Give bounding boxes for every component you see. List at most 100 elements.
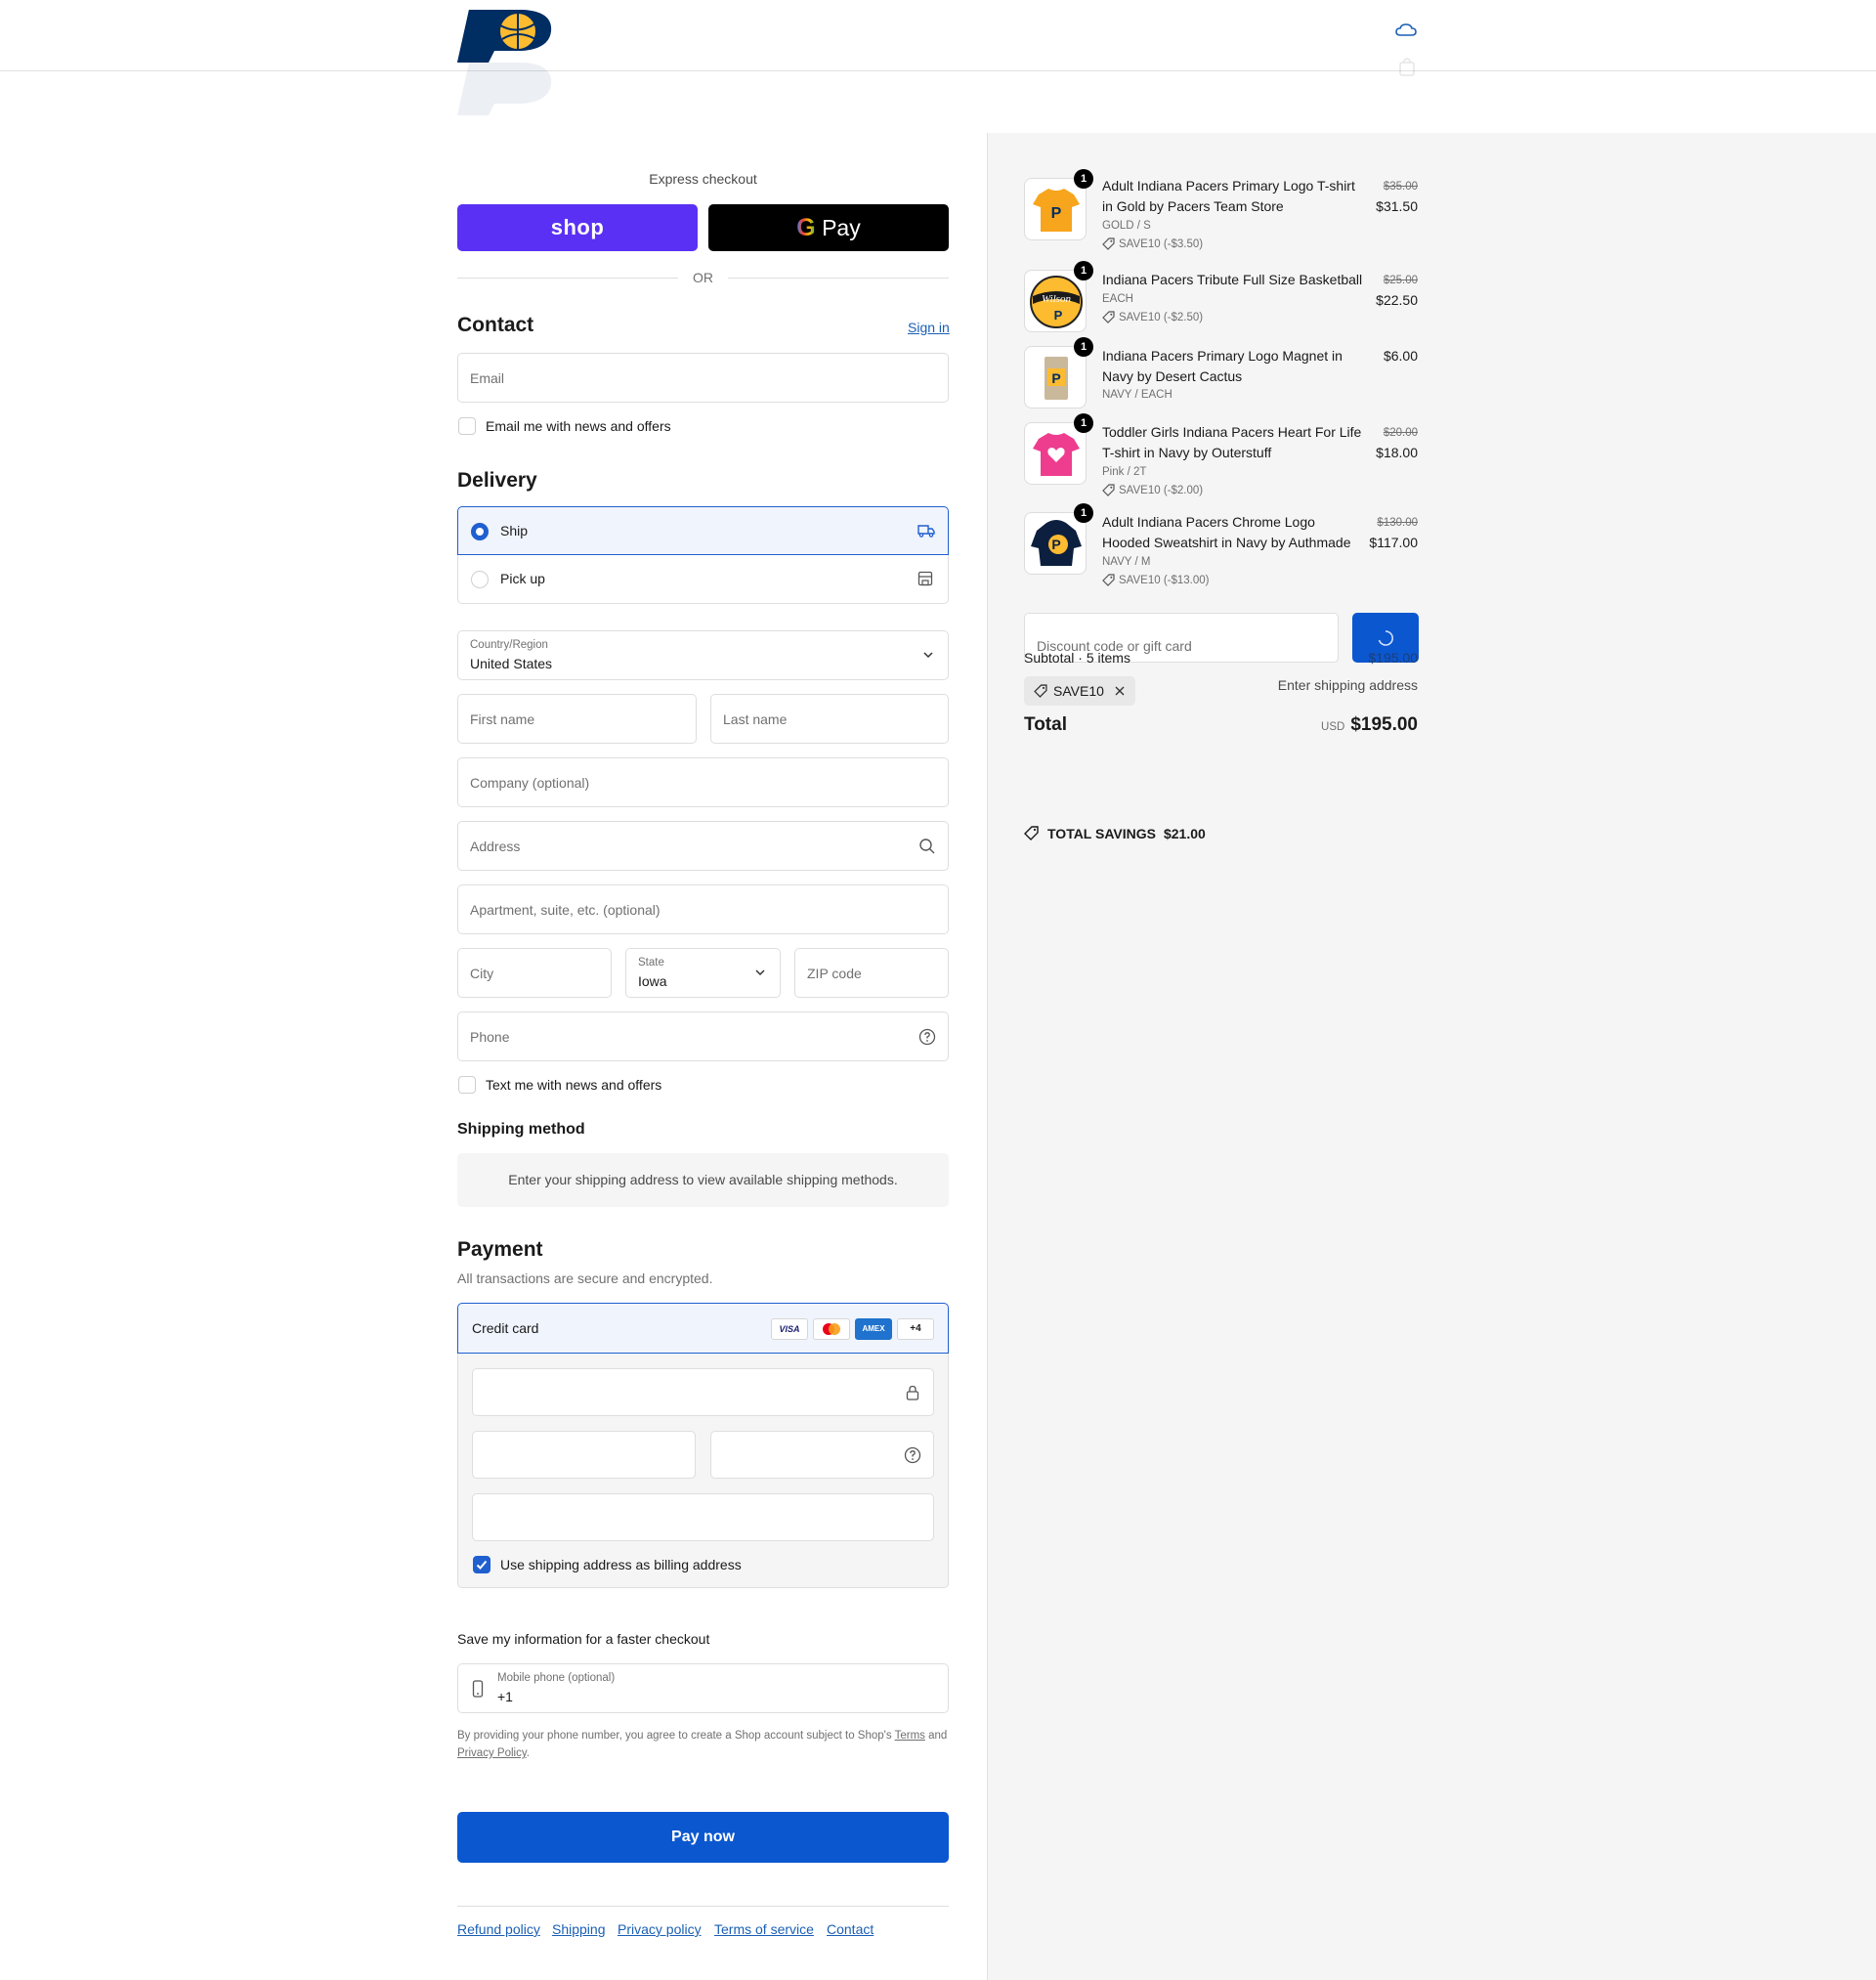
bag-icon[interactable] [1398, 57, 1416, 76]
tag-icon [1102, 574, 1115, 586]
quantity-badge: 1 [1074, 337, 1093, 357]
mobile-phone-field[interactable]: Mobile phone (optional) +1 [457, 1663, 949, 1713]
pickup-option[interactable]: Pick up [457, 555, 949, 604]
shop-pay-button[interactable]: shop [457, 204, 698, 251]
checkmark-icon [476, 1560, 488, 1570]
item-variant: NAVY / M [1102, 556, 1151, 568]
first-name-field[interactable]: First name [457, 694, 697, 744]
legal-and: and [928, 1730, 948, 1742]
shipping-method-notice: Enter your shipping address to view avai… [457, 1153, 949, 1207]
pickup-radio[interactable] [471, 571, 489, 588]
item-variant: NAVY / EACH [1102, 389, 1172, 401]
or-label: OR [693, 270, 713, 285]
zip-field[interactable]: ZIP code [794, 948, 949, 998]
item-discount-text: SAVE10 (-$2.00) [1119, 485, 1204, 496]
item-price: $18.00 [1376, 445, 1418, 460]
legal-period: . [526, 1747, 530, 1759]
billing-label: Use shipping address as billing address [500, 1557, 742, 1572]
billing-checkbox[interactable] [473, 1556, 490, 1573]
item-discount-text: SAVE10 (-$13.00) [1119, 575, 1210, 586]
item-discount: SAVE10 (-$3.50) [1102, 237, 1203, 250]
truck-icon [917, 525, 935, 538]
google-pay-button[interactable]: G Pay [708, 204, 949, 251]
contact-heading: Contact [457, 314, 534, 336]
zip-placeholder: ZIP code [807, 966, 862, 981]
ship-radio[interactable] [471, 523, 489, 540]
company-field[interactable]: Company (optional) [457, 757, 949, 807]
svg-text:P: P [1051, 205, 1062, 222]
shop-pay-label: shop [550, 215, 605, 239]
payment-subtitle: All transactions are secure and encrypte… [457, 1270, 713, 1286]
terms-of-service-link[interactable]: Terms of service [714, 1921, 814, 1937]
phone-field[interactable]: Phone [457, 1012, 949, 1061]
item-price: $117.00 [1369, 535, 1418, 550]
tag-icon [1102, 311, 1115, 323]
credit-card-label: Credit card [472, 1320, 539, 1336]
footer-divider [457, 1906, 949, 1907]
mobile-phone-label: Mobile phone (optional) [497, 1672, 616, 1684]
product-thumbnail-tshirt-gold: P 1 [1024, 169, 1093, 240]
company-placeholder: Company (optional) [470, 775, 590, 791]
item-price: $6.00 [1383, 348, 1418, 364]
state-label: State [638, 957, 664, 968]
pacers-logo[interactable] [455, 6, 557, 65]
item-old-price: $130.00 [1377, 517, 1418, 529]
email-news-label: Email me with news and offers [486, 418, 671, 434]
email-field[interactable]: Email [457, 353, 949, 403]
express-checkout-title: Express checkout [649, 171, 757, 187]
credit-card-option[interactable]: Credit card VISA AMEX +4 [457, 1303, 949, 1354]
shipping-link[interactable]: Shipping [552, 1921, 606, 1937]
address-placeholder: Address [470, 839, 521, 854]
order-summary-panel [987, 133, 1876, 1980]
sign-in-link[interactable]: Sign in [908, 320, 950, 335]
pay-now-button[interactable]: Pay now [457, 1812, 949, 1863]
help-circle-icon[interactable] [904, 1446, 921, 1464]
loading-spinner-icon [1378, 630, 1393, 646]
city-field[interactable]: City [457, 948, 612, 998]
svg-text:Wilson: Wilson [1042, 293, 1071, 305]
total-amount: USD $195.00 [1321, 714, 1418, 736]
apartment-field[interactable]: Apartment, suite, etc. (optional) [457, 884, 949, 934]
name-on-card-field[interactable] [472, 1493, 934, 1541]
email-news-checkbox[interactable] [458, 417, 476, 435]
shop-legal-text: By providing your phone number, you agre… [457, 1727, 949, 1762]
refund-policy-link[interactable]: Refund policy [457, 1921, 540, 1937]
text-news-checkbox[interactable] [458, 1076, 476, 1094]
item-title: Indiana Pacers Primary Logo Magnet in Na… [1102, 348, 1343, 384]
privacy-link[interactable]: Privacy Policy [457, 1747, 527, 1759]
currency-code: USD [1321, 721, 1345, 733]
email-placeholder: Email [470, 370, 505, 386]
last-name-field[interactable]: Last name [710, 694, 949, 744]
shipping-note: Enter shipping address [1277, 677, 1418, 693]
state-value: Iowa [638, 973, 667, 989]
item-variant: Pink / 2T [1102, 466, 1147, 478]
header [0, 0, 1876, 71]
tag-icon [1034, 684, 1047, 698]
applied-code-tag: SAVE10 [1024, 676, 1135, 706]
savings-label: TOTAL SAVINGS [1047, 826, 1156, 841]
delivery-heading: Delivery [457, 469, 537, 492]
terms-link[interactable]: Terms [895, 1730, 925, 1742]
expiration-field[interactable] [472, 1431, 696, 1479]
item-variant: EACH [1102, 293, 1133, 305]
visa-icon: VISA [771, 1318, 808, 1340]
card-number-field[interactable] [472, 1368, 934, 1416]
remove-code-icon[interactable] [1114, 685, 1126, 697]
security-code-field[interactable] [710, 1431, 934, 1479]
svg-text:P: P [1051, 370, 1060, 386]
state-select[interactable]: State Iowa [625, 948, 781, 998]
quantity-badge: 1 [1074, 413, 1093, 433]
savings-value: $21.00 [1163, 826, 1206, 841]
help-circle-icon[interactable] [918, 1028, 936, 1046]
ship-label: Ship [500, 523, 529, 538]
contact-link[interactable]: Contact [827, 1921, 874, 1937]
quantity-badge: 1 [1074, 169, 1093, 189]
country-select[interactable]: Country/Region United States [457, 630, 949, 680]
ship-option[interactable]: Ship [457, 506, 949, 555]
subtotal-value: $195.00 [1368, 650, 1418, 666]
pickup-label: Pick up [500, 571, 545, 586]
product-thumbnail-hoodie: P 1 [1024, 503, 1093, 575]
google-pay-label: Pay [822, 215, 861, 240]
address-field[interactable]: Address [457, 821, 949, 871]
privacy-policy-link[interactable]: Privacy policy [618, 1921, 702, 1937]
